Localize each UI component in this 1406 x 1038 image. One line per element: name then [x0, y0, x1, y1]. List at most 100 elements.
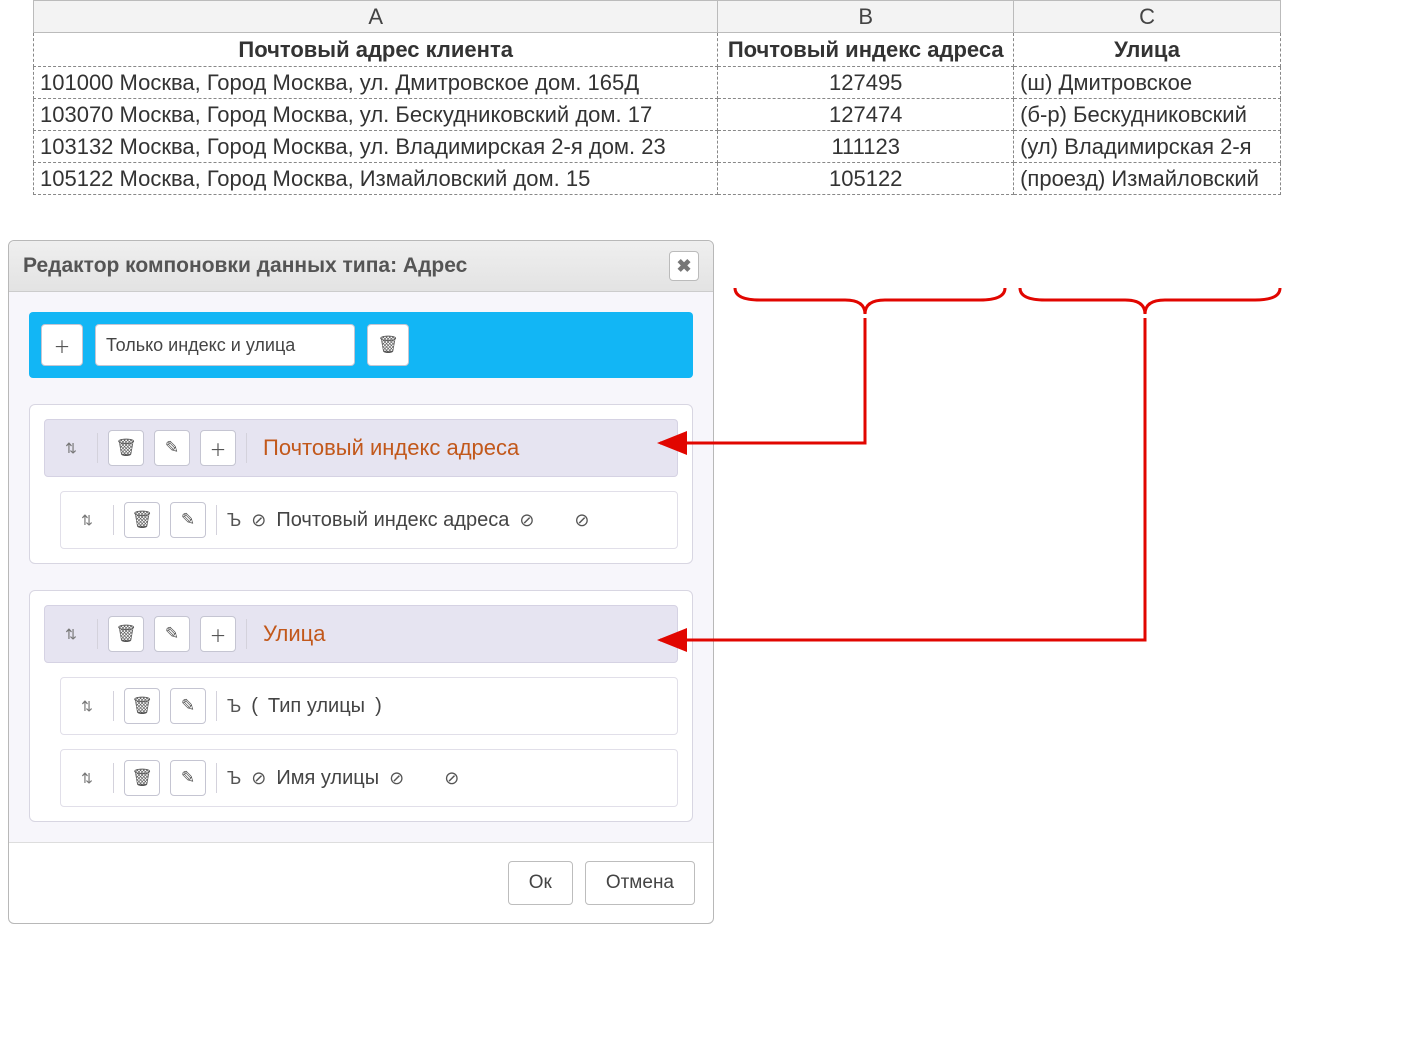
- cell-postcode[interactable]: 127474: [718, 99, 1014, 131]
- separator: [113, 505, 114, 535]
- layout-editor-dialog: Редактор компоновки данных типа: Адрес ✖…: [8, 240, 714, 924]
- header-street[interactable]: Улица: [1014, 33, 1281, 67]
- delete-layout-button[interactable]: 🗑: [367, 324, 409, 366]
- cell-address[interactable]: 103070 Москва, Город Москва, ул. Бескудн…: [34, 99, 718, 131]
- col-letter-a[interactable]: A: [34, 1, 718, 33]
- mapping-row: ⇅ 🗑 ✎ Ъ ⊘ Почтовый индекс адреса ⊘ ⊘: [60, 491, 678, 549]
- drag-handle-icon[interactable]: ⇅: [71, 760, 103, 796]
- field-group: ⇅ 🗑 ✎ ＋ Почтовый индекс адреса ⇅ 🗑 ✎ Ъ ⊘…: [29, 404, 693, 564]
- separator: [113, 691, 114, 721]
- layout-top-row: ＋ 🗑: [29, 312, 693, 378]
- edit-group-button[interactable]: ✎: [154, 430, 190, 466]
- cancel-button[interactable]: Отмена: [585, 861, 695, 905]
- separator: [113, 763, 114, 793]
- noentry-icon: ⊘: [444, 768, 459, 789]
- plus-icon: ＋: [210, 436, 227, 461]
- col-letter-b[interactable]: B: [718, 1, 1014, 33]
- pencil-icon: ✎: [165, 624, 179, 644]
- paren-open: (: [251, 695, 258, 718]
- cell-postcode[interactable]: 105122: [718, 163, 1014, 195]
- cell-address[interactable]: 103132 Москва, Город Москва, ул. Владими…: [34, 131, 718, 163]
- noentry-icon: ⊘: [389, 768, 404, 789]
- drag-handle-icon[interactable]: ⇅: [55, 430, 87, 466]
- trash-icon: 🗑: [115, 624, 137, 644]
- noentry-icon: ⊘: [519, 510, 534, 531]
- group-title: Улица: [263, 621, 325, 647]
- separator: [246, 619, 247, 649]
- close-button[interactable]: ✖: [669, 251, 699, 281]
- key-icon: Ъ: [227, 696, 241, 717]
- drag-handle-icon[interactable]: ⇅: [55, 616, 87, 652]
- trash-icon: 🗑: [131, 696, 153, 716]
- cell-street[interactable]: (б-р) Бескудниковский: [1014, 99, 1281, 131]
- ok-button[interactable]: Ок: [508, 861, 573, 905]
- delete-row-button[interactable]: 🗑: [124, 688, 160, 724]
- row-label: Почтовый индекс адреса: [276, 509, 509, 532]
- header-address[interactable]: Почтовый адрес клиента: [34, 33, 718, 67]
- group-header: ⇅ 🗑 ✎ ＋ Улица: [44, 605, 678, 663]
- row-label: Тип улицы: [268, 695, 365, 718]
- cell-postcode[interactable]: 111123: [718, 131, 1014, 163]
- table-row[interactable]: 103132 Москва, Город Москва, ул. Владими…: [34, 131, 1281, 163]
- header-postcode[interactable]: Почтовый индекс адреса: [718, 33, 1014, 67]
- add-item-button[interactable]: ＋: [200, 616, 236, 652]
- delete-group-button[interactable]: 🗑: [108, 616, 144, 652]
- col-letter-c[interactable]: C: [1014, 1, 1281, 33]
- edit-row-button[interactable]: ✎: [170, 688, 206, 724]
- table-row[interactable]: 105122 Москва, Город Москва, Измайловски…: [34, 163, 1281, 195]
- dialog-header: Редактор компоновки данных типа: Адрес ✖: [9, 241, 713, 292]
- separator: [216, 691, 217, 721]
- trash-icon: 🗑: [115, 438, 137, 458]
- separator: [216, 763, 217, 793]
- delete-group-button[interactable]: 🗑: [108, 430, 144, 466]
- key-icon: Ъ: [227, 768, 241, 789]
- edit-row-button[interactable]: ✎: [170, 760, 206, 796]
- layout-name-input[interactable]: [95, 324, 355, 366]
- add-group-button[interactable]: ＋: [41, 324, 83, 366]
- dialog-body: ＋ 🗑 ⇅ 🗑 ✎ ＋ Почтовый индекс адреса ⇅ 🗑: [9, 292, 713, 842]
- row-label: Имя улицы: [276, 767, 379, 790]
- cell-address[interactable]: 101000 Москва, Город Москва, ул. Дмитров…: [34, 67, 718, 99]
- cell-street[interactable]: (ул) Владимирская 2-я: [1014, 131, 1281, 163]
- paren-close: ): [375, 695, 382, 718]
- pencil-icon: ✎: [165, 438, 179, 458]
- key-icon: Ъ: [227, 510, 241, 531]
- noentry-icon: ⊘: [251, 510, 266, 531]
- delete-row-button[interactable]: 🗑: [124, 502, 160, 538]
- field-group: ⇅ 🗑 ✎ ＋ Улица ⇅ 🗑 ✎ Ъ ( Тип улицы ) ⇅: [29, 590, 693, 822]
- separator: [97, 433, 98, 463]
- trash-icon: 🗑: [377, 335, 399, 355]
- close-icon: ✖: [676, 256, 691, 277]
- noentry-icon: ⊘: [574, 510, 589, 531]
- edit-row-button[interactable]: ✎: [170, 502, 206, 538]
- dialog-title: Редактор компоновки данных типа: Адрес: [23, 254, 467, 278]
- pencil-icon: ✎: [181, 768, 195, 788]
- cell-address[interactable]: 105122 Москва, Город Москва, Измайловски…: [34, 163, 718, 195]
- edit-group-button[interactable]: ✎: [154, 616, 190, 652]
- delete-row-button[interactable]: 🗑: [124, 760, 160, 796]
- trash-icon: 🗑: [131, 510, 153, 530]
- cell-street[interactable]: (проезд) Измайловский: [1014, 163, 1281, 195]
- dialog-footer: Ок Отмена: [9, 842, 713, 923]
- plus-icon: ＋: [210, 622, 227, 647]
- table-row[interactable]: 101000 Москва, Город Москва, ул. Дмитров…: [34, 67, 1281, 99]
- mapping-row: ⇅ 🗑 ✎ Ъ ( Тип улицы ): [60, 677, 678, 735]
- drag-handle-icon[interactable]: ⇅: [71, 688, 103, 724]
- separator: [97, 619, 98, 649]
- trash-icon: 🗑: [131, 768, 153, 788]
- cell-postcode[interactable]: 127495: [718, 67, 1014, 99]
- separator: [246, 433, 247, 463]
- separator: [216, 505, 217, 535]
- mapping-row: ⇅ 🗑 ✎ Ъ ⊘ Имя улицы ⊘ ⊘: [60, 749, 678, 807]
- table-row[interactable]: 103070 Москва, Город Москва, ул. Бескудн…: [34, 99, 1281, 131]
- plus-icon: ＋: [54, 333, 71, 358]
- pencil-icon: ✎: [181, 696, 195, 716]
- add-item-button[interactable]: ＋: [200, 430, 236, 466]
- drag-handle-icon[interactable]: ⇅: [71, 502, 103, 538]
- cell-street[interactable]: (ш) Дмитровское: [1014, 67, 1281, 99]
- noentry-icon: ⊘: [251, 768, 266, 789]
- group-title: Почтовый индекс адреса: [263, 435, 519, 461]
- pencil-icon: ✎: [181, 510, 195, 530]
- spreadsheet-table: A B C Почтовый адрес клиента Почтовый ин…: [33, 0, 1281, 195]
- group-header: ⇅ 🗑 ✎ ＋ Почтовый индекс адреса: [44, 419, 678, 477]
